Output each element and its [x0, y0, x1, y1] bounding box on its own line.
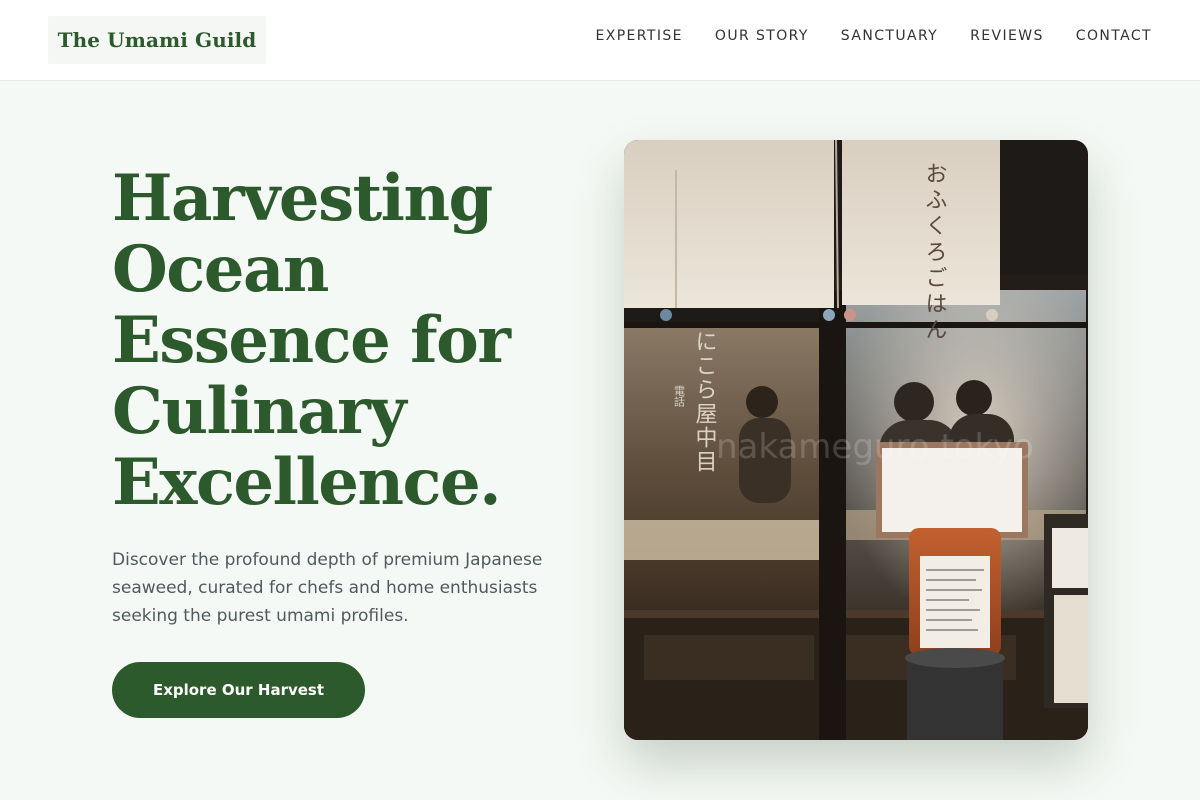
wooden-sill	[624, 610, 1088, 618]
photo-watermark: nakameguro tokyo	[716, 427, 1034, 467]
stand-bucket-rim	[905, 648, 1005, 668]
noren-text: おふくろごはん	[922, 162, 947, 344]
hero-title: Harvesting Ocean Essence for Culinary Ex…	[112, 163, 582, 518]
door-frame-post	[819, 290, 846, 740]
diner-silhouette	[956, 380, 992, 416]
main-nav: EXPERTISE OUR STORY SANCTUARY REVIEWS CO…	[595, 28, 1152, 44]
diner-silhouette	[746, 386, 778, 418]
wooden-panel	[644, 635, 814, 680]
window-phone-text: 電話	[673, 385, 686, 408]
stand-bucket	[907, 660, 1003, 740]
brand-logo[interactable]: The Umami Guild	[48, 16, 266, 64]
nav-item-expertise[interactable]: EXPERTISE	[595, 28, 682, 44]
noren-curtain-left	[624, 140, 834, 308]
hero-title-line: Harvesting	[112, 161, 493, 236]
hero-title-line: Essence for	[112, 303, 511, 378]
window-sign-text: にこら屋中目	[692, 330, 718, 474]
counter-table	[624, 520, 819, 560]
noren-ornament	[823, 309, 835, 321]
hero-title-line: Ocean	[112, 232, 329, 307]
right-menu-paper	[1052, 528, 1088, 588]
explore-harvest-button[interactable]: Explore Our Harvest	[112, 662, 365, 718]
nav-item-our-story[interactable]: OUR STORY	[715, 28, 809, 44]
noren-ornament	[660, 309, 672, 321]
noren-ornament	[986, 309, 998, 321]
diner-silhouette	[894, 382, 934, 422]
site-header: The Umami Guild EXPERTISE OUR STORY SANC…	[0, 0, 1200, 81]
right-menu-paper	[1054, 595, 1088, 703]
hero-title-line: Culinary	[112, 374, 407, 449]
nav-item-contact[interactable]: CONTACT	[1076, 28, 1152, 44]
hero-title-line: Excellence.	[112, 445, 501, 520]
hero-photo: おふくろごはん にこら屋中目 電話 nakameguro tokyo	[624, 140, 1088, 740]
nav-item-sanctuary[interactable]: SANCTUARY	[841, 28, 938, 44]
window-mullion	[624, 322, 1088, 328]
noren-ornament	[844, 309, 856, 321]
nav-item-reviews[interactable]: REVIEWS	[970, 28, 1044, 44]
hero-description: Discover the profound depth of premium J…	[112, 550, 543, 626]
